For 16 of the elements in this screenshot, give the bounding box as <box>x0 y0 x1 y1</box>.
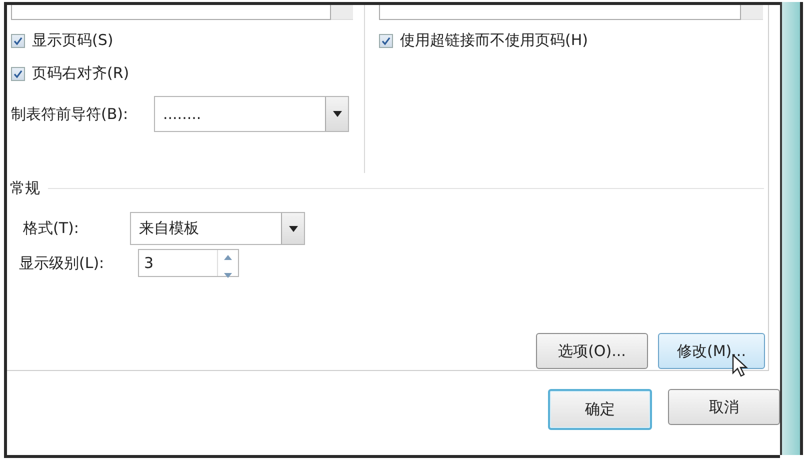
section-title: 常规 <box>10 179 40 198</box>
checkbox[interactable] <box>11 34 25 48</box>
format-dropdown[interactable]: 来自模板 <box>130 212 305 245</box>
panel-button[interactable]: 选项(O)... <box>536 333 648 369</box>
dialog-button[interactable]: 取消 <box>668 389 780 425</box>
checkbox[interactable] <box>379 34 393 48</box>
field-label: 显示级别(L): <box>19 254 106 272</box>
level-spinner[interactable]: 3 <box>138 249 239 277</box>
field-label: 制表符前导符(B): <box>11 104 130 124</box>
tab-leader-dropdown[interactable]: ........ <box>154 96 349 132</box>
dialog-button[interactable]: 确定 <box>548 389 652 430</box>
checkbox[interactable] <box>11 66 25 80</box>
field-label: 格式(T): <box>23 219 80 238</box>
checkbox-label: 使用超链接而不使用页码(H) <box>400 31 588 50</box>
checkbox-label: 页码右对齐(R) <box>32 64 130 83</box>
checkbox-label: 显示页码(S) <box>32 31 114 50</box>
